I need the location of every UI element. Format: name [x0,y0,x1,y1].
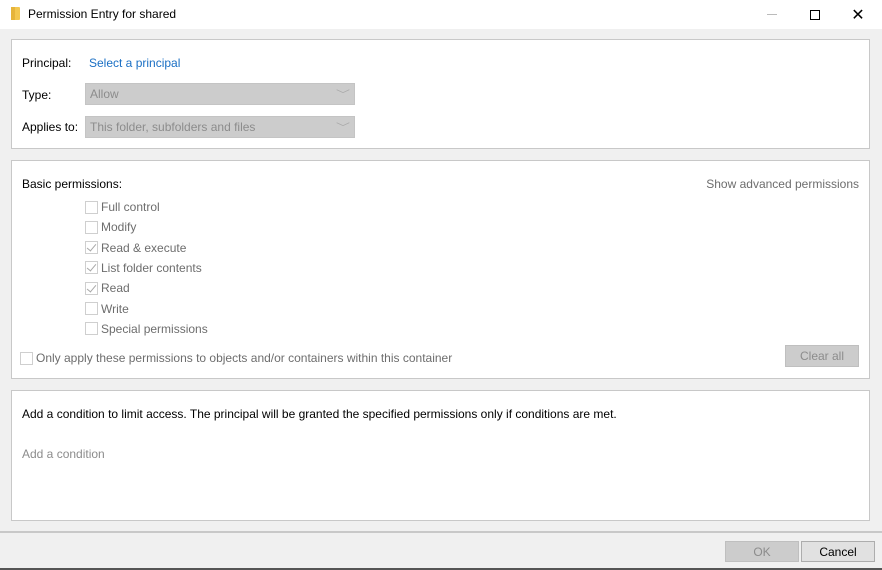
permission-label: Modify [101,220,137,235]
permissions-panel: Basic permissions: Show advanced permiss… [11,160,870,379]
principal-panel: Principal: Select a principal Type: Allo… [11,39,870,149]
minimize-button[interactable] [750,0,794,29]
type-value: Allow [90,87,119,101]
permission-item[interactable]: Write [85,301,129,317]
permission-checkbox[interactable] [85,281,98,295]
add-condition-link[interactable]: Add a condition [22,447,105,461]
cancel-button[interactable]: Cancel [801,541,875,562]
basic-permissions-heading: Basic permissions: [22,177,123,191]
permission-label: Full control [101,200,160,214]
permission-item[interactable]: List folder contents [85,260,202,276]
permission-item[interactable]: Read & execute [85,240,186,256]
permission-label: Read [101,281,130,296]
permission-item[interactable]: Read [85,280,130,296]
permission-checkbox[interactable] [85,241,98,255]
permission-label: List folder contents [101,260,202,275]
permission-checkbox[interactable] [85,261,98,275]
minimize-icon [767,14,777,15]
permission-item[interactable]: Full control [85,199,160,215]
principal-label: Principal: [22,56,72,70]
permission-label: Special permissions [101,321,208,336]
maximize-icon [810,9,820,20]
only-apply-checkbox[interactable] [20,351,33,365]
applies-to-select[interactable]: This folder, subfolders and files ﹀ [85,116,355,138]
condition-panel: Add a condition to limit access. The pri… [11,390,870,521]
permission-item[interactable]: Modify [85,219,136,235]
type-label: Type: [22,88,52,102]
title-bar: Permission Entry for shared ✕ [0,0,882,29]
chevron-down-icon: ﹀ [336,123,350,134]
only-apply-option[interactable]: Only apply these permissions to objects … [20,351,452,365]
permission-item[interactable]: Special permissions [85,321,208,337]
permission-label: Read & execute [101,240,187,255]
permission-label: Write [101,301,129,316]
only-apply-label: Only apply these permissions to objects … [36,351,453,365]
chevron-down-icon: ﹀ [336,90,350,101]
show-advanced-permissions-link[interactable]: Show advanced permissions [706,177,859,191]
close-button[interactable]: ✕ [836,0,880,29]
maximize-button[interactable] [793,0,837,29]
applies-to-value: This folder, subfolders and files [90,120,256,134]
applies-to-label: Applies to: [22,120,79,134]
folder-icon [11,7,20,20]
footer-divider [0,531,882,533]
close-icon: ✕ [851,6,865,24]
ok-button[interactable]: OK [725,541,799,562]
select-principal-link[interactable]: Select a principal [89,56,180,70]
clear-all-button[interactable]: Clear all [785,345,859,367]
permission-checkbox[interactable] [85,322,98,336]
type-select[interactable]: Allow ﹀ [85,83,355,105]
permission-checkbox[interactable] [85,220,98,234]
condition-description: Add a condition to limit access. The pri… [22,407,617,421]
permission-checkbox[interactable] [85,200,98,214]
permission-checkbox[interactable] [85,302,98,315]
window-title: Permission Entry for shared [28,7,177,21]
